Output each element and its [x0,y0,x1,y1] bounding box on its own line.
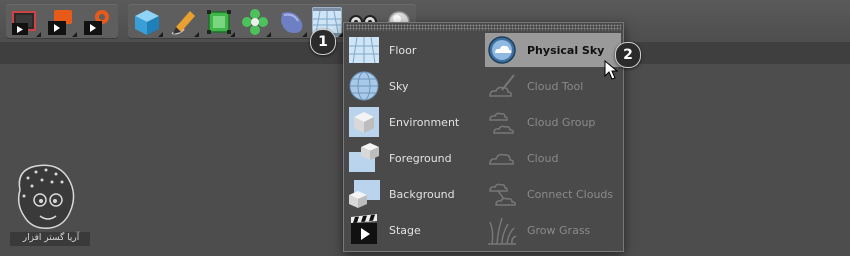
dropdown-right-column: Physical Sky Cloud Tool Cloud Group Clou… [485,33,621,249]
sky-icon [348,70,380,102]
menu-item-cloud-group[interactable]: Cloud Group [485,105,621,139]
menu-label: Physical Sky [527,43,605,57]
menu-item-background[interactable]: Background [347,177,483,211]
background-icon [348,178,380,210]
menu-item-grow-grass[interactable]: Grow Grass [485,213,621,247]
cube-button[interactable] [132,7,163,37]
watermark-text: آریا گستر افزار [22,233,80,243]
menu-label: Sky [389,79,409,93]
cloud-group-icon [486,106,518,138]
menu-label: Foreground [389,151,452,165]
menu-item-connect-clouds[interactable]: Connect Clouds [485,177,621,211]
deformer-button[interactable] [276,7,307,37]
grow-grass-icon [486,214,518,246]
stage-icon [348,214,380,246]
menu-item-physical-sky[interactable]: Physical Sky [485,33,621,67]
menu-item-cloud-tool[interactable]: Cloud Tool [485,69,621,103]
menu-label: Cloud Tool [527,79,584,93]
environment-icon [348,106,380,138]
connect-clouds-icon [486,178,518,210]
menu-label: Cloud Group [527,115,596,129]
render-view-button[interactable] [10,7,41,37]
pen-button[interactable] [168,7,199,37]
render-toolbar-group [6,4,118,38]
menu-label: Stage [389,223,421,237]
floor-icon [348,34,380,66]
dropdown-left-column: Floor Sky Environment Foreground Backgro… [347,33,483,249]
menu-item-environment[interactable]: Environment [347,105,483,139]
dropdown-grip[interactable] [346,24,621,31]
environment-dropdown: Floor Sky Environment Foreground Backgro… [343,22,624,252]
menu-item-stage[interactable]: Stage [347,213,483,247]
menu-item-floor[interactable]: Floor [347,33,483,67]
physical-sky-icon [486,34,518,66]
render-settings-button[interactable] [82,7,112,37]
foreground-icon [348,142,380,174]
cloud-tool-icon [486,70,518,102]
menu-label: Connect Clouds [527,187,614,201]
cloner-button[interactable] [240,7,271,37]
menu-label: Floor [389,43,417,57]
menu-item-foreground[interactable]: Foreground [347,141,483,175]
subdivision-button[interactable] [204,7,235,37]
menu-item-sky[interactable]: Sky [347,69,483,103]
render-active-button[interactable] [46,7,77,37]
menu-label: Grow Grass [527,223,591,237]
mouse-cursor-icon [604,60,619,80]
render-settings-icon [84,10,109,35]
callout-badge-1: 1 [310,29,336,55]
menu-label: Background [389,187,455,201]
menu-label: Environment [389,115,460,129]
menu-label: Cloud [527,151,559,165]
cloud-icon [486,142,518,174]
menu-item-cloud[interactable]: Cloud [485,141,621,175]
